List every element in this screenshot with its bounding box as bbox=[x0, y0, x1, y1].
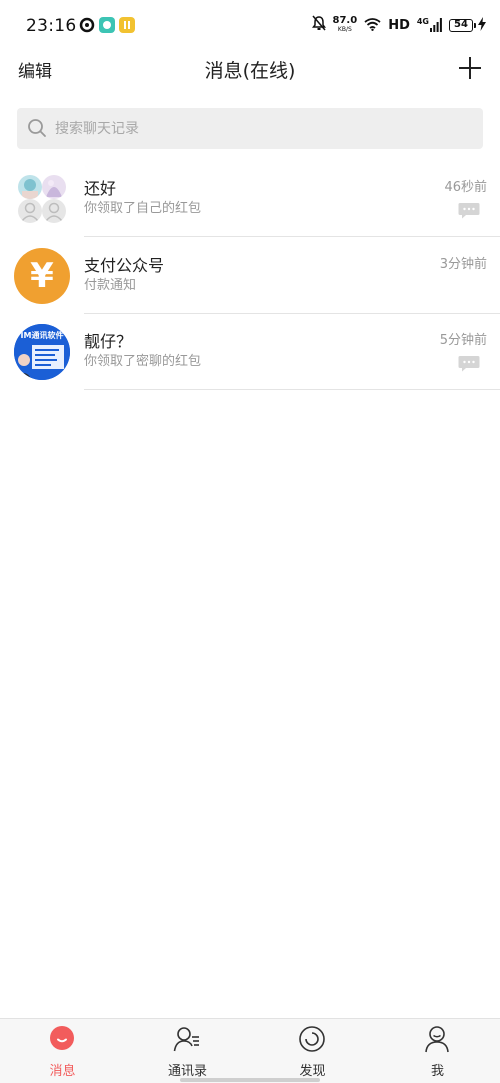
tab-messages[interactable]: 消息 bbox=[0, 1019, 125, 1083]
edit-button[interactable]: 编辑 bbox=[18, 57, 52, 82]
status-bar: 23:16 87.0 KB/S HD 4G 54 bbox=[0, 0, 500, 50]
chat-preview: 你领取了自己的红包 bbox=[84, 201, 202, 216]
status-time: 23:16 bbox=[26, 16, 77, 36]
message-bubble-icon bbox=[48, 1025, 76, 1053]
chat-item-payment[interactable]: ¥ 支付公众号 付款通知 3分钟前 bbox=[0, 237, 500, 314]
network-speed: 87.0 KB/S bbox=[332, 15, 358, 34]
top-bar: 编辑 消息(在线) bbox=[0, 50, 500, 90]
profile-icon bbox=[423, 1025, 451, 1053]
mute-bell-icon bbox=[311, 15, 326, 35]
chat-item-liangzai[interactable]: IM通讯软件 靓仔？ 你领取了密聊的红包 5分钟前 bbox=[0, 313, 500, 390]
chat-name: 靓仔？ bbox=[84, 332, 133, 351]
chat-preview: 付款通知 bbox=[84, 278, 137, 293]
chat-app-icon bbox=[99, 17, 115, 33]
tab-discover[interactable]: 发现 bbox=[250, 1019, 375, 1083]
contacts-icon bbox=[173, 1025, 201, 1053]
home-indicator bbox=[180, 1078, 320, 1082]
tab-label: 发现 bbox=[299, 1064, 326, 1079]
chat-item-huanhao[interactable]: 还好 你领取了自己的红包 46秒前 bbox=[0, 160, 500, 237]
chat-time: 3分钟前 bbox=[439, 257, 487, 272]
battery-indicator: 54 bbox=[449, 16, 486, 35]
message-bubble-icon bbox=[458, 202, 480, 219]
netease-app-icon bbox=[79, 17, 95, 33]
payment-avatar: ¥ bbox=[14, 248, 70, 304]
yellow-app-icon bbox=[119, 17, 135, 33]
tab-label: 通讯录 bbox=[167, 1064, 207, 1079]
cellular-signal-icon: 4G bbox=[417, 18, 442, 32]
list-divider bbox=[84, 389, 500, 390]
page-title: 消息(在线) bbox=[204, 60, 296, 82]
tab-label: 我 bbox=[430, 1064, 444, 1079]
plus-icon[interactable] bbox=[456, 54, 484, 82]
chat-name: 还好 bbox=[84, 179, 117, 198]
tab-contacts[interactable]: 通讯录 bbox=[125, 1019, 250, 1083]
search-input[interactable] bbox=[55, 108, 465, 149]
wifi-icon bbox=[364, 16, 381, 35]
search-bar[interactable] bbox=[17, 108, 483, 149]
chat-preview: 你领取了密聊的红包 bbox=[84, 354, 202, 369]
promo-avatar-text: IM通讯软件 bbox=[20, 331, 64, 340]
chat-name: 支付公众号 bbox=[84, 256, 165, 275]
tab-label: 消息 bbox=[49, 1064, 76, 1079]
tab-me[interactable]: 我 bbox=[375, 1019, 500, 1083]
charging-bolt-icon bbox=[478, 16, 486, 35]
bottom-nav: 消息 通讯录 发现 我 bbox=[0, 1018, 500, 1083]
hd-indicator: HD bbox=[388, 17, 410, 33]
search-icon bbox=[27, 118, 47, 138]
message-bubble-icon bbox=[458, 355, 480, 372]
chat-time: 5分钟前 bbox=[439, 333, 487, 348]
promo-avatar: IM通讯软件 bbox=[14, 324, 70, 380]
group-avatar bbox=[14, 171, 70, 227]
chat-time: 46秒前 bbox=[444, 180, 487, 195]
discover-icon bbox=[298, 1025, 326, 1053]
